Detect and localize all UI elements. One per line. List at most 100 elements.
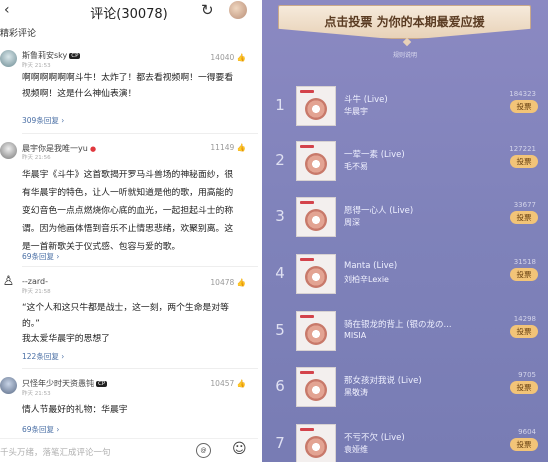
comment-time: 昨天 21:53	[22, 391, 51, 397]
vote-button[interactable]: 投票	[510, 100, 538, 113]
heart-icon: ●	[87, 145, 97, 153]
like-button[interactable]: 14040 👍	[210, 53, 246, 62]
vote-button[interactable]: 投票	[510, 325, 538, 338]
like-count: 10478	[210, 278, 235, 287]
vote-button[interactable]: 投票	[510, 155, 538, 168]
album-cover[interactable]	[296, 197, 336, 237]
like-button[interactable]: 11149 👍	[210, 143, 246, 152]
comment-author[interactable]: 斯鲁莉安sky CP	[22, 50, 81, 61]
album-cover[interactable]	[296, 424, 336, 462]
vote-button[interactable]: 投票	[510, 211, 538, 224]
banner-text: 点击投票 为你的本期最爱应援	[324, 15, 485, 29]
avatar[interactable]	[0, 50, 17, 67]
comment-author-name[interactable]: --zard-	[22, 277, 48, 286]
song-artist: 刘柏辛Lexie	[344, 275, 389, 284]
song-artist: 华晨宇	[344, 107, 368, 116]
song-artist: MISIA	[344, 331, 367, 340]
song-row: 6 那女孩对我说 (Live) 黑敬涛 9705 投票	[262, 367, 548, 411]
song-title[interactable]: Manta (Live)	[344, 261, 484, 271]
page-title: 评论(30078)	[90, 7, 168, 22]
thumb-up-icon: 👍	[236, 143, 246, 152]
refresh-icon[interactable]: ↻	[201, 1, 214, 19]
comment-text: 华晨宇《斗牛》这首歌揭开罗马斗兽场的神秘面纱，很 有华晨宇的特色，让人一听就知道…	[22, 166, 254, 256]
replies-link[interactable]: 69条回复 ›	[22, 251, 59, 262]
vote-button[interactable]: 投票	[510, 438, 538, 451]
vote-button[interactable]: 投票	[510, 268, 538, 281]
emoji-icon[interactable]: ☺	[232, 441, 247, 457]
song-artist: 周深	[344, 218, 360, 227]
vote-count: 184323	[509, 90, 536, 98]
comment-author-name[interactable]: 斯鲁莉安sky	[22, 51, 67, 60]
comment-input-bar: 千头万绪，落笔汇成评论一句 @ ☺	[0, 438, 258, 462]
song-title[interactable]: 斗牛 (Live)	[344, 93, 484, 105]
comment-line: 变幻音色一点点燃烧你心底的血光，一起担起斗士的称	[22, 206, 234, 216]
comment-line: 谓。因为他画体悟到音乐不止情思悲绪，欢聚别离。这	[22, 224, 234, 234]
comment-author-name[interactable]: 晨宇你是我唯一yu	[22, 144, 88, 153]
replies-link[interactable]: 122条回复 ›	[22, 351, 64, 362]
song-row: 4 Manta (Live) 刘柏辛Lexie 31518 投票	[262, 254, 548, 298]
vote-count: 9705	[518, 371, 536, 379]
replies-link[interactable]: 309条回复 ›	[22, 115, 64, 126]
comment-text: 啊啊啊啊啊啊斗牛！太炸了！都去看视频啊！一得要看 视频啊！这是什么神仙表演！	[22, 70, 254, 102]
comment-text: 情人节最好的礼物：华晨宇	[22, 402, 254, 418]
comment-author[interactable]: 只怪年少时天资愚钝 CP	[22, 378, 108, 389]
comments-header: ‹ 评论(30078) ↻	[0, 0, 258, 22]
song-title[interactable]: 愿得一心人 (Live)	[344, 204, 484, 216]
rank-number: 3	[275, 207, 285, 225]
album-cover[interactable]	[296, 86, 336, 126]
at-mention-icon[interactable]: @	[196, 443, 211, 458]
album-cover[interactable]	[296, 367, 336, 407]
replies-link[interactable]: 69条回复 ›	[22, 424, 59, 435]
vote-panel: 点击投票 为你的本期最爱应援 规则说明 1 斗牛 (Live) 华晨宇 1843…	[262, 0, 548, 462]
vote-button[interactable]: 投票	[510, 381, 538, 394]
thumb-up-icon: 👍	[236, 53, 246, 62]
comment-line: 视频啊！这是什么神仙表演！	[22, 89, 137, 99]
song-row: 5 骑在银龙的背上 (银の龙の... MISIA 14298 投票	[262, 311, 548, 355]
comment-text: “这个人和这只牛都是战士，这一刻，两个生命是对等 的。” 我太爱华晨宇的思想了	[22, 301, 254, 348]
rank-number: 7	[275, 434, 285, 452]
like-button[interactable]: 10478 👍	[210, 278, 246, 287]
song-title[interactable]: 一荤一素 (Live)	[344, 148, 484, 160]
comment-time: 昨天 21:53	[22, 63, 51, 69]
comment-time: 昨天 21:58	[22, 289, 51, 295]
comment-item: 只怪年少时天资愚钝 CP 昨天 21:53 10457 👍 情人节最好的礼物：华晨…	[0, 374, 258, 438]
album-cover[interactable]	[296, 141, 336, 181]
song-artist: 袁娅维	[344, 445, 368, 454]
comment-item: ♙ --zard- 昨天 21:58 10478 👍 “这个人和这只牛都是战士，…	[0, 274, 258, 366]
song-title[interactable]: 不亏不欠 (Live)	[344, 431, 484, 443]
song-title[interactable]: 骑在银龙的背上 (银の龙の...	[344, 318, 484, 330]
vote-banner: 点击投票 为你的本期最爱应援	[278, 5, 531, 39]
avatar[interactable]	[0, 142, 17, 159]
like-count: 14040	[210, 53, 235, 62]
vote-count: 9604	[518, 428, 536, 436]
song-cover-avatar[interactable]	[229, 1, 247, 19]
vote-count: 14298	[513, 315, 536, 323]
rank-number: 2	[275, 151, 285, 169]
comment-input[interactable]: 千头万绪，落笔汇成评论一句	[0, 446, 111, 458]
avatar[interactable]	[0, 377, 17, 394]
divider	[22, 133, 258, 134]
album-cover[interactable]	[296, 254, 336, 294]
vote-count: 33677	[513, 201, 536, 209]
comment-line: 有华晨宇的特色，让人一听就知道是他的歌，用高能的	[22, 188, 234, 198]
rules-link[interactable]: 规则说明	[262, 50, 548, 59]
comment-line: “这个人和这只牛都是战士，这一刻，两个生命是对等	[22, 303, 229, 313]
comment-author-name[interactable]: 只怪年少时天资愚钝	[22, 379, 94, 388]
section-title: 精彩评论	[0, 29, 37, 39]
vote-count: 31518	[513, 258, 536, 266]
rank-number: 5	[275, 321, 285, 339]
thumb-up-icon: 👍	[236, 278, 246, 287]
avatar[interactable]: ♙	[0, 274, 17, 291]
comment-line: 啊啊啊啊啊啊斗牛！太炸了！都去看视频啊！一得要看	[22, 73, 234, 83]
song-row: 1 斗牛 (Live) 华晨宇 184323 投票	[262, 86, 548, 130]
comments-panel: ‹ 评论(30078) ↻ 精彩评论 斯鲁莉安sky CP 昨天 21:53 14…	[0, 0, 258, 462]
like-button[interactable]: 10457 👍	[210, 379, 246, 388]
divider	[22, 368, 258, 369]
song-artist: 毛不易	[344, 162, 368, 171]
banner-ornament	[402, 37, 412, 47]
like-count: 11149	[210, 143, 235, 152]
album-cover[interactable]	[296, 311, 336, 351]
song-title[interactable]: 那女孩对我说 (Live)	[344, 374, 484, 386]
comment-line: 的。”	[22, 318, 40, 329]
comment-line: 华晨宇《斗牛》这首歌揭开罗马斗兽场的神秘面纱，很	[22, 170, 234, 180]
